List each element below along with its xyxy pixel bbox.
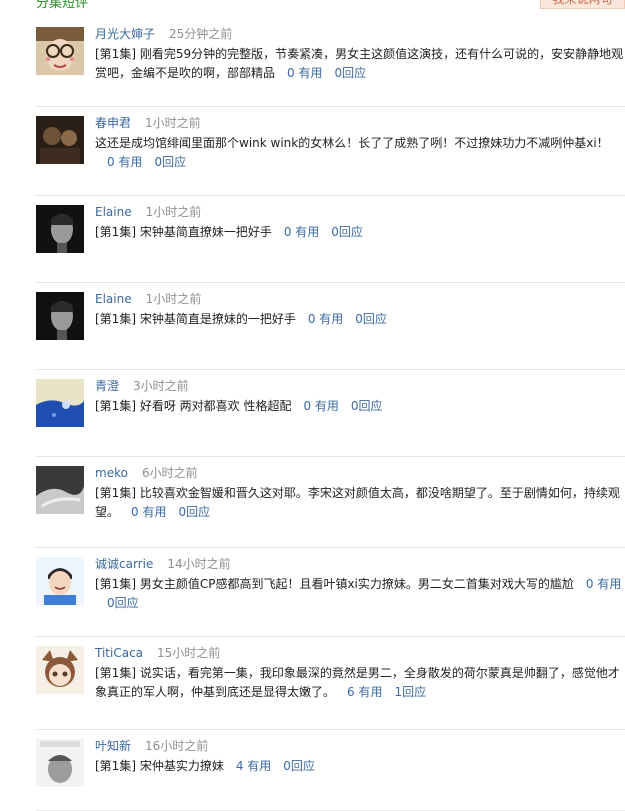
reply-link[interactable]: 1回应 — [394, 685, 426, 699]
comment-text: 这还是成均馆绯闻里面那个wink wink的女林么！长了了成熟了咧！不过撩妹功力… — [95, 134, 625, 172]
username-link[interactable]: 诚诚carrie — [95, 557, 153, 571]
episode-tag: [第1集] — [95, 486, 140, 500]
useful-vote-link[interactable]: 0 有用 — [308, 312, 343, 326]
comment-content: 月光大婶子 25分钟之前 [第1集] 刚看完59分钟的完整版，节奏紧凑，男女主这颜值… — [95, 18, 625, 83]
comment-text: [第1集] 刚看完59分钟的完整版，节奏紧凑，男女主这颜值这演技，还有什么可说的… — [95, 45, 625, 83]
username-link[interactable]: Elaine — [95, 292, 132, 306]
comment-item: 诚诚carrie 14小时之前 [第1集] 男女主颜值CP感都高到飞起！且看叶镇xi… — [36, 548, 625, 637]
comment-body: 好看呀 两对都喜欢 性格超配 — [139, 399, 292, 413]
comment-text: [第1集] 宋仲基实力撩妹 4 有用 0回应 — [95, 757, 625, 776]
comment-text: [第1集] 好看呀 两对都喜欢 性格超配 0 有用 0回应 — [95, 397, 625, 416]
useful-vote-link[interactable]: 0 有用 — [107, 155, 142, 169]
comment-text: [第1集] 说实话，看完第一集，我印象最深的竟然是男二，全身散发的荷尔蒙真是帅翻… — [95, 664, 625, 702]
comment-item: 青澄 3小时之前 [第1集] 好看呀 两对都喜欢 性格超配 0 有用 0回应 — [36, 370, 625, 457]
comment-text: [第1集] 男女主颜值CP感都高到飞起！且看叶镇xi实力撩妹。男二女二首集对戏大… — [95, 575, 625, 613]
reply-link[interactable]: 0回应 — [178, 505, 210, 519]
comment-content: 春申君 1小时之前这还是成均馆绯闻里面那个wink wink的女林么！长了了成熟了… — [95, 107, 625, 172]
useful-vote-link[interactable]: 0 有用 — [284, 225, 319, 239]
reply-link[interactable]: 0回应 — [154, 155, 186, 169]
comment-meta: 青澄 3小时之前 — [95, 377, 625, 395]
comment-content: 青澄 3小时之前 [第1集] 好看呀 两对都喜欢 性格超配 0 有用 0回应 — [95, 370, 625, 416]
reply-link[interactable]: 0回应 — [331, 225, 363, 239]
section-title: 分集短评 — [36, 0, 89, 11]
comment-content: 诚诚carrie 14小时之前 [第1集] 男女主颜值CP感都高到飞起！且看叶镇xi… — [95, 548, 625, 613]
comment-item: meko 6小时之前 [第1集] 比较喜欢金智媛和晋久这对耶。李宋这对颜值太高，都没… — [36, 457, 625, 548]
comment-time: 16小时之前 — [145, 739, 209, 753]
comment-body: 比较喜欢金智媛和晋久这对耶。李宋这对颜值太高，都没啥期望了。至于剧情如何，持续观… — [95, 486, 620, 519]
comment-item: Elaine 1小时之前 [第1集] 宋钟基简直是撩妹的一把好手 0 有用 0回应 — [36, 283, 625, 370]
avatar[interactable] — [36, 739, 84, 787]
comment-time: 1小时之前 — [145, 205, 202, 219]
reply-link[interactable]: 0回应 — [334, 66, 366, 80]
comment-text: [第1集] 宋钟基简直是撩妹的一把好手 0 有用 0回应 — [95, 310, 625, 329]
username-link[interactable]: TitiCaca — [95, 646, 143, 660]
comment-meta: 诚诚carrie 14小时之前 — [95, 555, 625, 573]
comment-time: 25分钟之前 — [169, 27, 233, 41]
comment-body: 这还是成均馆绯闻里面那个wink wink的女林么！长了了成熟了咧！不过撩妹功力… — [95, 136, 609, 150]
top-bar: 分集短评 我来说两句 — [0, 0, 625, 14]
comment-content: meko 6小时之前 [第1集] 比较喜欢金智媛和晋久这对耶。李宋这对颜值太高，都没… — [95, 457, 625, 522]
comment-time: 1小时之前 — [145, 116, 201, 130]
avatar[interactable] — [36, 466, 84, 514]
comment-time: 1小时之前 — [145, 292, 202, 306]
username-link[interactable]: 青澄 — [95, 379, 119, 393]
comment-time: 14小时之前 — [167, 557, 231, 571]
comment-meta: 月光大婶子 25分钟之前 — [95, 25, 625, 43]
comment-content: TitiCaca 15小时之前 [第1集] 说实话，看完第一集，我印象最深的竟然是男… — [95, 637, 625, 702]
episode-tag: [第1集] — [95, 399, 140, 413]
username-link[interactable]: meko — [95, 466, 128, 480]
comment-content: 叶知新 16小时之前 [第1集] 宋仲基实力撩妹 4 有用 0回应 — [95, 730, 625, 776]
comment-list: 月光大婶子 25分钟之前 [第1集] 刚看完59分钟的完整版，节奏紧凑，男女主这颜值… — [36, 18, 625, 811]
reply-link[interactable]: 0回应 — [107, 596, 139, 610]
episode-tag: [第1集] — [95, 666, 140, 680]
comment-meta: Elaine 1小时之前 — [95, 290, 625, 308]
comment-meta: meko 6小时之前 — [95, 464, 625, 482]
comment-meta: Elaine 1小时之前 — [95, 203, 625, 221]
episode-tag: [第1集] — [95, 312, 140, 326]
comment-text: [第1集] 比较喜欢金智媛和晋久这对耶。李宋这对颜值太高，都没啥期望了。至于剧情… — [95, 484, 625, 522]
avatar[interactable] — [36, 646, 84, 694]
reply-link[interactable]: 0回应 — [351, 399, 383, 413]
avatar[interactable] — [36, 292, 84, 340]
write-review-button[interactable]: 我来说两句 — [540, 0, 625, 9]
avatar[interactable] — [36, 205, 84, 253]
comment-meta: 叶知新 16小时之前 — [95, 737, 625, 755]
comment-text: [第1集] 宋钟基简直撩妹一把好手 0 有用 0回应 — [95, 223, 625, 242]
comment-time: 6小时之前 — [141, 466, 198, 480]
comment-item: TitiCaca 15小时之前 [第1集] 说实话，看完第一集，我印象最深的竟然是男… — [36, 637, 625, 730]
useful-vote-link[interactable]: 0 有用 — [586, 577, 621, 591]
avatar[interactable] — [36, 379, 84, 427]
comment-time: 3小时之前 — [133, 379, 189, 393]
username-link[interactable]: 月光大婶子 — [95, 27, 155, 41]
useful-vote-link[interactable]: 0 有用 — [131, 505, 166, 519]
comment-meta: TitiCaca 15小时之前 — [95, 644, 625, 662]
comment-meta: 春申君 1小时之前 — [95, 114, 625, 132]
comment-content: Elaine 1小时之前 [第1集] 宋钟基简直是撩妹的一把好手 0 有用 0回应 — [95, 283, 625, 329]
avatar[interactable] — [36, 27, 84, 75]
comment-content: Elaine 1小时之前 [第1集] 宋钟基简直撩妹一把好手 0 有用 0回应 — [95, 196, 625, 242]
comment-time: 15小时之前 — [157, 646, 221, 660]
episode-tag: [第1集] — [95, 577, 140, 591]
comment-item: 月光大婶子 25分钟之前 [第1集] 刚看完59分钟的完整版，节奏紧凑，男女主这颜值… — [36, 18, 625, 107]
useful-vote-link[interactable]: 0 有用 — [287, 66, 322, 80]
reply-link[interactable]: 0回应 — [355, 312, 387, 326]
username-link[interactable]: Elaine — [95, 205, 132, 219]
useful-vote-link[interactable]: 0 有用 — [303, 399, 338, 413]
comment-body: 宋钟基简直撩妹一把好手 — [139, 225, 272, 239]
comment-body: 男女主颜值CP感都高到飞起！且看叶镇xi实力撩妹。男二女二首集对戏大写的尴尬 — [139, 577, 574, 591]
avatar[interactable] — [36, 116, 84, 164]
episode-tag: [第1集] — [95, 225, 140, 239]
useful-vote-link[interactable]: 6 有用 — [347, 685, 382, 699]
comment-item: 春申君 1小时之前这还是成均馆绯闻里面那个wink wink的女林么！长了了成熟了… — [36, 107, 625, 196]
comment-body: 宋钟基简直是撩妹的一把好手 — [139, 312, 296, 326]
username-link[interactable]: 春申君 — [95, 116, 131, 130]
username-link[interactable]: 叶知新 — [95, 739, 131, 753]
episode-tag: [第1集] — [95, 47, 140, 61]
comment-item: Elaine 1小时之前 [第1集] 宋钟基简直撩妹一把好手 0 有用 0回应 — [36, 196, 625, 283]
avatar[interactable] — [36, 557, 84, 605]
